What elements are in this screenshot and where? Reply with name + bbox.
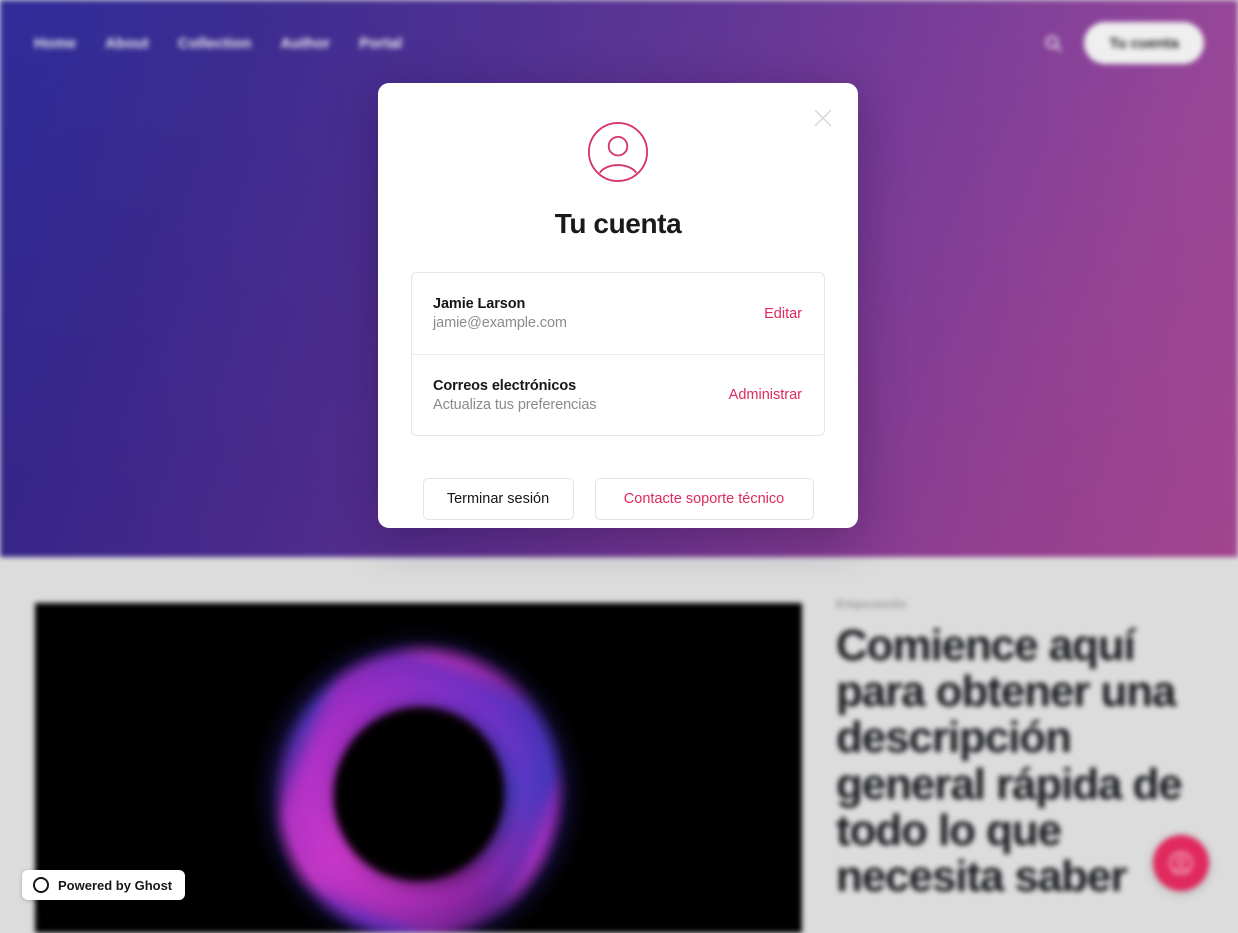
modal-header: Tu cuenta: [378, 83, 858, 240]
close-x-icon-glyph: [814, 109, 832, 127]
account-row-newsletters: Correos electrónicos Actualiza tus prefe…: [412, 354, 824, 435]
newsletters-subtitle: Actualiza tus preferencias: [433, 396, 597, 413]
account-modal: Tu cuenta Jamie Larson jamie@example.com…: [378, 83, 858, 528]
account-email: jamie@example.com: [433, 315, 567, 331]
manage-newsletters-button[interactable]: Administrar: [729, 387, 802, 403]
account-row-profile-text: Jamie Larson jamie@example.com: [433, 296, 567, 331]
logout-button[interactable]: Terminar sesión: [422, 478, 574, 520]
modal-layer: Tu cuenta Jamie Larson jamie@example.com…: [0, 0, 1238, 915]
account-details-box: Jamie Larson jamie@example.com Editar Co…: [411, 272, 825, 436]
newsletters-title: Correos electrónicos: [433, 377, 577, 394]
account-avatar-icon-glyph: [588, 122, 648, 182]
modal-title: Tu cuenta: [554, 208, 682, 239]
modal-actions: Terminar sesión Contacte soporte técnico: [378, 478, 858, 520]
close-icon[interactable]: [808, 103, 838, 133]
contact-support-button[interactable]: Contacte soporte técnico: [594, 478, 814, 520]
account-row-profile: Jamie Larson jamie@example.com Editar: [412, 273, 824, 354]
page-root: Home About Collection Author Portal Tu c…: [0, 0, 1238, 933]
edit-profile-button[interactable]: Editar: [764, 306, 802, 322]
account-name: Jamie Larson: [433, 296, 526, 312]
account-avatar-icon: [587, 121, 649, 183]
account-row-newsletters-text: Correos electrónicos Actualiza tus prefe…: [433, 377, 597, 413]
